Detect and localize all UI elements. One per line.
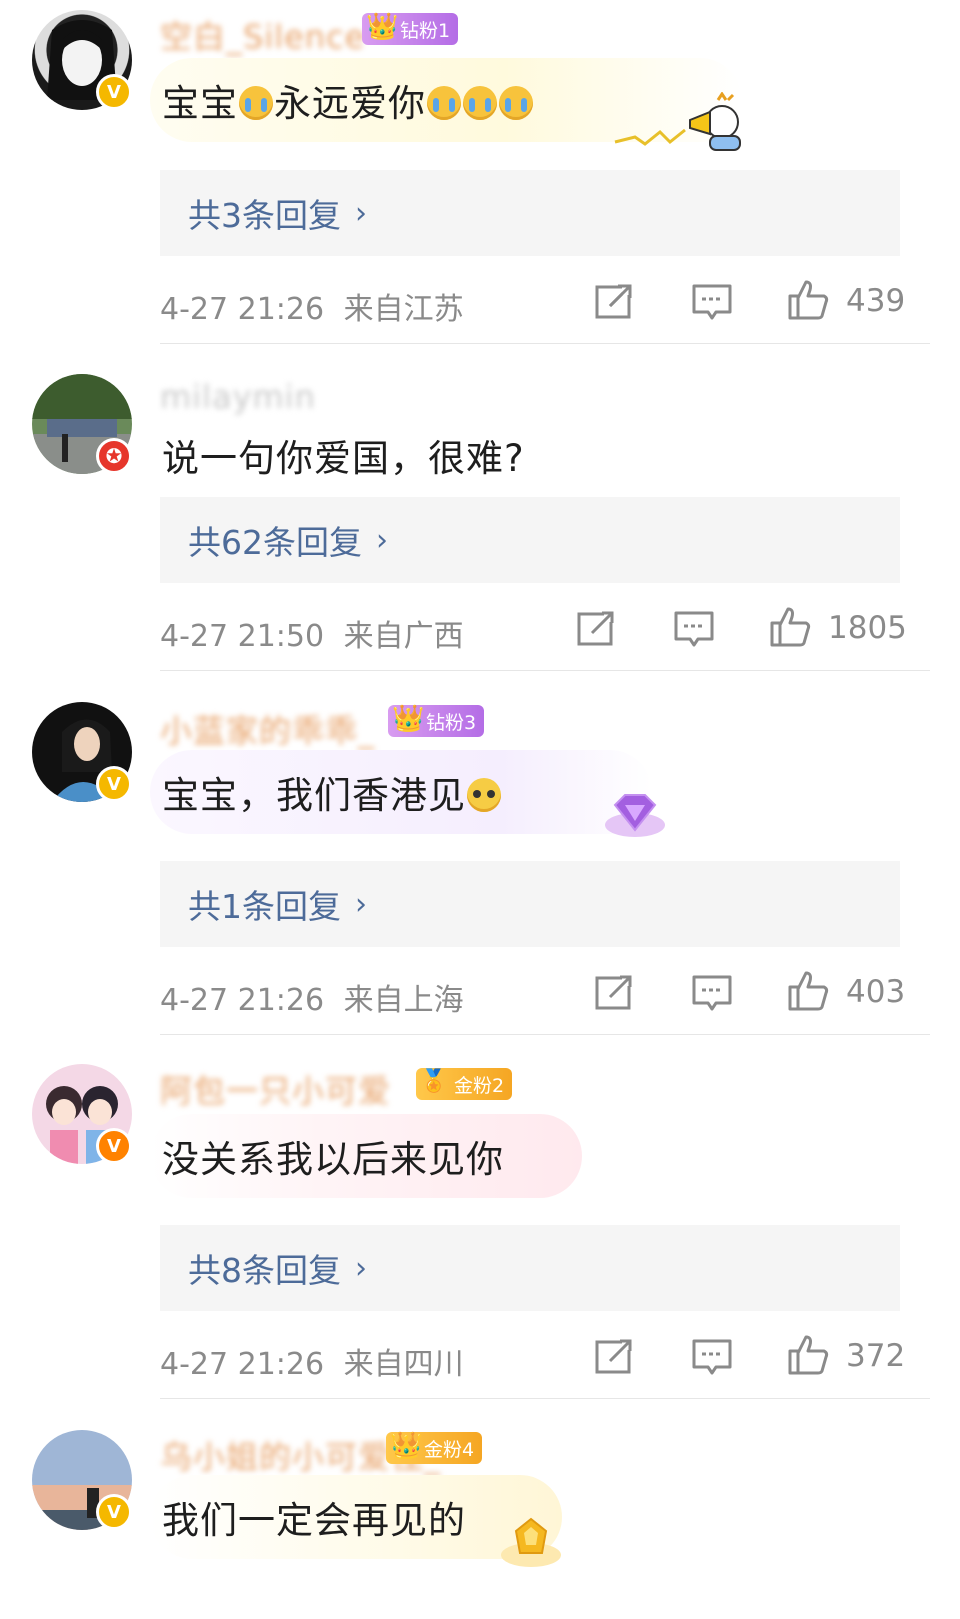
share-icon[interactable]: [592, 1335, 636, 1379]
comment-text: 说一句你爱国，很难?: [162, 437, 525, 480]
thumbs-up-icon[interactable]: [786, 278, 830, 322]
divider: [160, 1034, 930, 1035]
comment-icon[interactable]: [690, 1335, 734, 1379]
divider: [160, 1398, 930, 1399]
location: 来自江苏: [343, 292, 464, 327]
timestamp: 4-27 21:26: [160, 1347, 325, 1382]
chevron-right-icon: ›: [355, 886, 367, 922]
fan-badge[interactable]: 👑 金粉4: [386, 1431, 483, 1464]
verified-icon: V: [96, 766, 132, 802]
share-icon[interactable]: [574, 607, 618, 651]
comment-text-part: 宝宝: [162, 82, 238, 125]
purple-gem-icon: [605, 794, 665, 837]
fan-badge-label: 钻粉3: [426, 711, 477, 734]
share-icon[interactable]: [592, 280, 636, 324]
comment-text-part: 永远爱你: [274, 82, 426, 125]
timestamp: 4-27 21:26: [160, 983, 325, 1018]
timestamp: 4-27 21:50: [160, 619, 325, 654]
comment-bubble: 宝宝，我们香港见: [150, 750, 652, 834]
username[interactable]: milaymin: [160, 378, 316, 416]
location: 来自四川: [343, 1347, 464, 1382]
like-count: 372: [846, 1338, 906, 1374]
crying-emoji-icon: [427, 86, 461, 120]
fan-badge[interactable]: 👑 钻粉1: [362, 12, 459, 45]
fan-badge[interactable]: 🏅 金粉2: [416, 1068, 513, 1100]
thumbs-up-icon[interactable]: [786, 969, 830, 1013]
comment-text-part: 宝宝，我们香港见: [162, 774, 466, 817]
crying-emoji-icon: [239, 86, 273, 120]
location: 来自上海: [343, 983, 464, 1018]
like-count: 1805: [828, 610, 907, 646]
location: 来自广西: [343, 619, 464, 654]
comment-icon[interactable]: [690, 280, 734, 324]
pleading-emoji-icon: [467, 778, 501, 812]
crying-emoji-icon: [499, 86, 533, 120]
fan-badge[interactable]: 👑 钻粉3: [388, 704, 485, 737]
fan-badge-label: 金粉4: [424, 1438, 475, 1461]
comment-icon[interactable]: [672, 607, 716, 651]
username[interactable]: 阿包一只小可爱: [160, 1066, 391, 1110]
megaphone-sticker-icon: [614, 92, 741, 151]
chevron-right-icon: ›: [355, 1250, 367, 1286]
crying-emoji-icon: [463, 86, 497, 120]
divider: [160, 670, 930, 671]
verified-icon: V: [96, 1128, 132, 1164]
replies-label: 共62条回复: [188, 523, 362, 562]
comment-meta: 4-27 21:50 来自广西: [160, 611, 464, 655]
username[interactable]: 空白_Silence: [160, 12, 365, 56]
comment-text: 宝宝，我们香港见: [162, 765, 502, 819]
fan-badge-label: 钻粉1: [400, 19, 451, 42]
crown-icon: 👑: [390, 1431, 423, 1461]
like-count: 403: [846, 974, 906, 1010]
verified-icon: V: [96, 74, 132, 110]
replies-label: 共8条回复: [188, 1251, 341, 1290]
thumbs-up-icon[interactable]: [786, 1333, 830, 1377]
comment-icon[interactable]: [690, 971, 734, 1015]
comment-meta: 4-27 21:26 来自江苏: [160, 284, 464, 328]
verified-icon: V: [96, 1494, 132, 1530]
view-replies-button[interactable]: 共8条回复 ›: [160, 1225, 900, 1311]
like-count: 439: [846, 283, 906, 319]
view-replies-button[interactable]: 共1条回复 ›: [160, 861, 900, 947]
thumbs-up-icon[interactable]: [768, 605, 812, 649]
crown-icon: 👑: [392, 704, 425, 734]
view-replies-button[interactable]: 共3条回复 ›: [160, 170, 900, 256]
username[interactable]: 小蓝家的乖乖_: [160, 706, 375, 750]
chevron-right-icon: ›: [355, 195, 367, 231]
chevron-right-icon: ›: [376, 522, 388, 558]
comment-text: 没关系我以后来见你: [162, 1138, 504, 1181]
share-icon[interactable]: [592, 971, 636, 1015]
comment-bubble: 没关系我以后来见你: [150, 1114, 582, 1198]
divider: [160, 343, 930, 344]
gold-gem-icon: [501, 1517, 561, 1567]
replies-label: 共3条回复: [188, 196, 341, 235]
crown-icon: 👑: [366, 12, 399, 42]
fan-badge-label: 金粉2: [454, 1074, 505, 1097]
red-star-verified-icon: ✪: [96, 438, 132, 474]
timestamp: 4-27 21:26: [160, 292, 325, 327]
comment-meta: 4-27 21:26 来自上海: [160, 975, 464, 1019]
comment-meta: 4-27 21:26 来自四川: [160, 1339, 464, 1383]
comment-text: 我们一定会再见的: [162, 1499, 466, 1542]
gold-figure-icon: 🏅: [420, 1069, 448, 1094]
view-replies-button[interactable]: 共62条回复 ›: [160, 497, 900, 583]
comment-text: 宝宝 永远爱你: [162, 73, 534, 127]
replies-label: 共1条回复: [188, 887, 341, 926]
